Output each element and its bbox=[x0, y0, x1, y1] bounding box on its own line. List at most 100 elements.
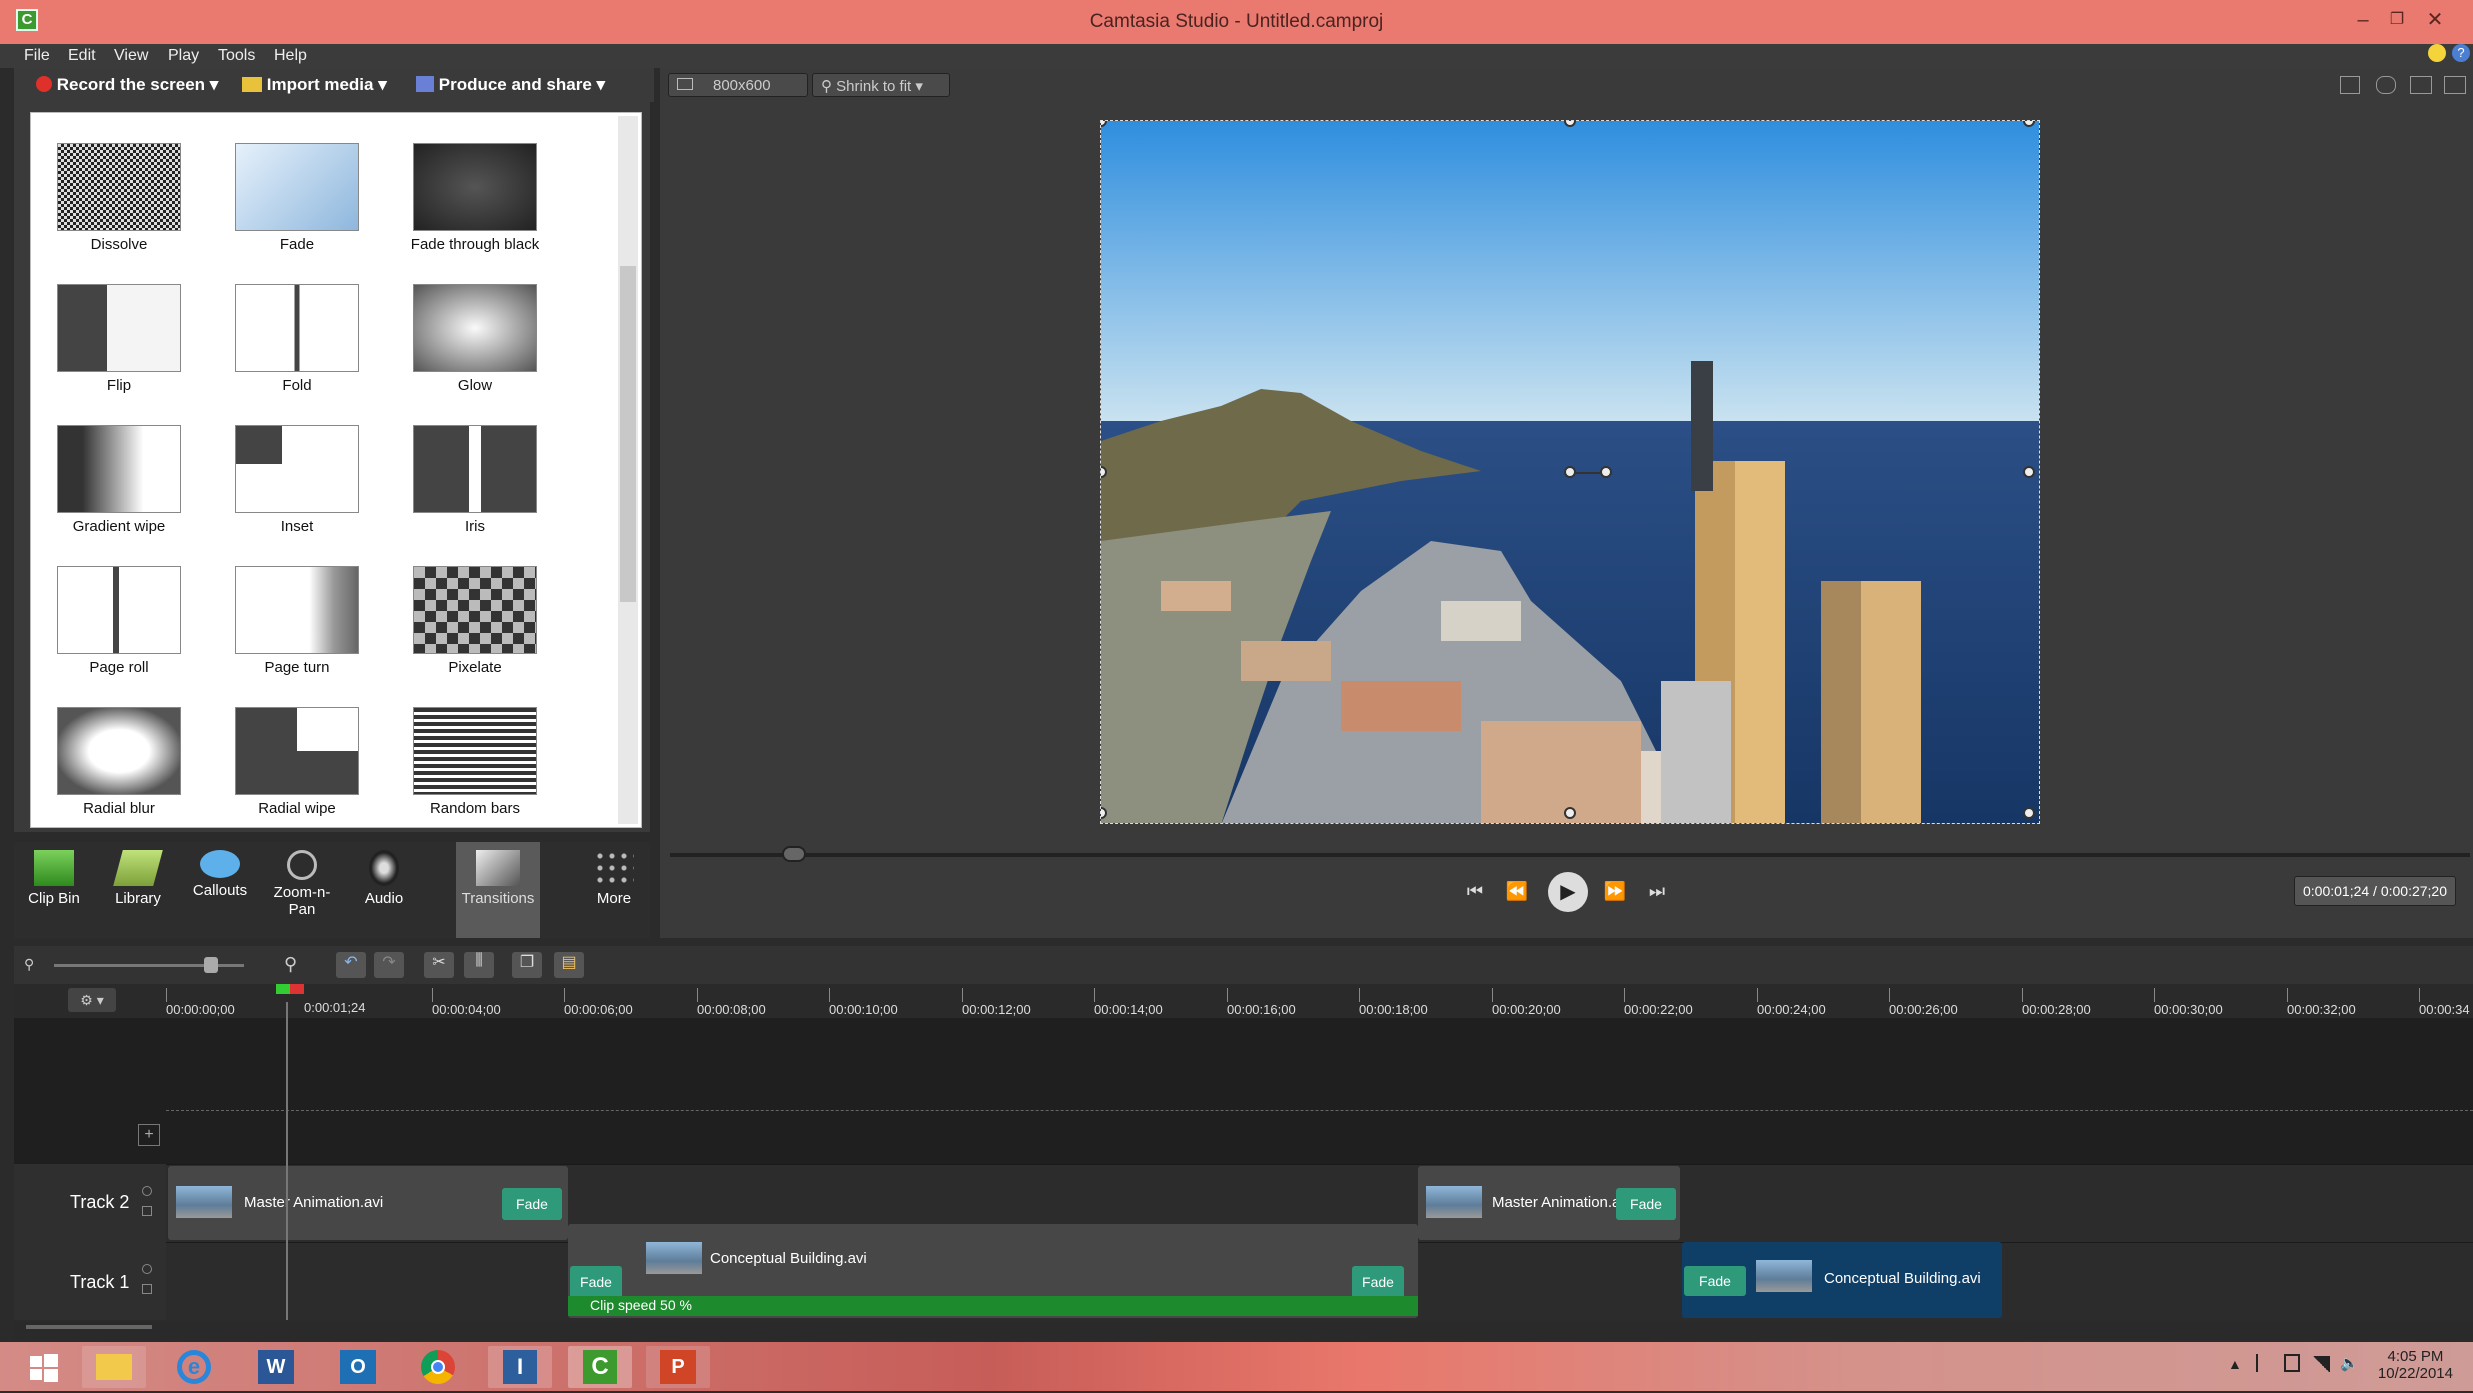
split-icon[interactable]: ⫼ bbox=[464, 952, 494, 978]
timeline-scrollbar[interactable] bbox=[14, 1322, 2473, 1340]
action-center-flag-icon[interactable] bbox=[2256, 1354, 2272, 1372]
zoom-out-icon[interactable]: ⚲ bbox=[24, 956, 34, 973]
clip-master-animation-1[interactable]: Master Animation.avi Fade bbox=[168, 1166, 568, 1240]
track-lock-icon[interactable] bbox=[142, 1284, 152, 1294]
import-media-button[interactable]: Import media ▾ bbox=[242, 75, 387, 95]
transition-glow[interactable]: Glow bbox=[395, 284, 555, 394]
taskbar-clock[interactable]: 4:05 PM 10/22/2014 bbox=[2378, 1348, 2453, 1382]
tab-transitions[interactable]: Transitions bbox=[456, 842, 540, 938]
close-button[interactable]: ✕ bbox=[2420, 8, 2450, 34]
produce-share-button[interactable]: Produce and share ▾ bbox=[416, 75, 605, 95]
tab-callouts[interactable]: Callouts bbox=[180, 842, 260, 938]
minimize-button[interactable]: – bbox=[2348, 8, 2378, 34]
transition-radial-wipe[interactable]: Radial wipe bbox=[217, 707, 377, 817]
track-visibility-icon[interactable] bbox=[142, 1264, 152, 1274]
rotate-handle[interactable] bbox=[1600, 466, 1612, 478]
menu-edit[interactable]: Edit bbox=[68, 47, 96, 65]
zoom-dropdown[interactable]: ⚲ Shrink to fit ▾ bbox=[812, 73, 950, 97]
pan-hand-icon[interactable] bbox=[2376, 76, 2396, 94]
transition-fade[interactable]: Fade bbox=[217, 143, 377, 253]
resize-handle[interactable] bbox=[1564, 807, 1576, 819]
empty-track-area[interactable]: + bbox=[14, 1018, 2473, 1164]
canvas-size-dropdown[interactable]: 800x600 bbox=[668, 73, 808, 97]
powerpoint-icon[interactable]: P bbox=[646, 1346, 710, 1388]
timeline-ruler[interactable]: ⚙ ▾ 00:00:00;00 00:00:04;00 00:00:06;00 … bbox=[14, 984, 2473, 1018]
zoom-slider-knob[interactable] bbox=[204, 957, 218, 973]
add-track-icon[interactable]: + bbox=[138, 1124, 160, 1146]
battery-icon[interactable] bbox=[2284, 1354, 2300, 1372]
menu-play[interactable]: Play bbox=[168, 47, 199, 65]
outlook-icon[interactable]: O bbox=[326, 1346, 390, 1388]
track-height-slider[interactable] bbox=[26, 1325, 152, 1329]
fade-transition[interactable]: Fade bbox=[1352, 1266, 1404, 1298]
fast-forward-button[interactable]: ⏩ bbox=[1600, 876, 1630, 906]
menu-help[interactable]: Help bbox=[274, 47, 307, 65]
fade-transition[interactable]: Fade bbox=[1684, 1266, 1746, 1296]
transition-random-bars[interactable]: Random bars bbox=[395, 707, 555, 817]
transition-fold[interactable]: Fold bbox=[217, 284, 377, 394]
playhead-marker[interactable] bbox=[276, 984, 304, 994]
record-screen-button[interactable]: Record the screen ▾ bbox=[36, 75, 218, 95]
tab-audio[interactable]: Audio bbox=[344, 842, 424, 938]
restore-button[interactable]: ❐ bbox=[2382, 8, 2412, 34]
word-icon[interactable]: W bbox=[244, 1346, 308, 1388]
volume-icon[interactable]: 🔈 bbox=[2340, 1354, 2359, 1372]
gallery-scrollbar-thumb[interactable] bbox=[620, 266, 636, 602]
chrome-icon[interactable] bbox=[406, 1346, 470, 1388]
network-signal-icon[interactable] bbox=[2312, 1356, 2330, 1372]
camtasia-taskbar-icon[interactable]: C bbox=[568, 1346, 632, 1388]
transition-fade-through-black[interactable]: Fade through black bbox=[395, 143, 555, 253]
tab-library[interactable]: Library bbox=[98, 842, 178, 938]
next-clip-button[interactable]: ⏭ bbox=[1642, 876, 1672, 906]
menu-tools[interactable]: Tools bbox=[218, 47, 255, 65]
transition-inset[interactable]: Inset bbox=[217, 425, 377, 535]
timeline-settings-gear-icon[interactable]: ⚙ ▾ bbox=[68, 988, 116, 1012]
menu-view[interactable]: View bbox=[114, 47, 148, 65]
file-explorer-icon[interactable] bbox=[82, 1346, 146, 1388]
internet-explorer-icon[interactable]: e bbox=[162, 1346, 226, 1388]
screen-icon[interactable] bbox=[2410, 76, 2432, 94]
resize-handle[interactable] bbox=[2023, 466, 2035, 478]
show-hidden-icons[interactable]: ▲ bbox=[2228, 1356, 2242, 1372]
play-button[interactable]: ▶ bbox=[1548, 872, 1588, 912]
seek-knob[interactable] bbox=[782, 846, 806, 862]
transition-page-roll[interactable]: Page roll bbox=[39, 566, 199, 676]
transition-pixelate[interactable]: Pixelate bbox=[395, 566, 555, 676]
tab-clip-bin[interactable]: Clip Bin bbox=[14, 842, 94, 938]
app-i-icon[interactable]: I bbox=[488, 1346, 552, 1388]
redo-icon[interactable]: ↷ bbox=[374, 952, 404, 978]
transition-radial-blur[interactable]: Radial blur bbox=[39, 707, 199, 817]
lightbulb-icon[interactable] bbox=[2428, 44, 2446, 62]
crop-icon[interactable] bbox=[2340, 76, 2360, 94]
transition-page-turn[interactable]: Page turn bbox=[217, 566, 377, 676]
transition-gradient-wipe[interactable]: Gradient wipe bbox=[39, 425, 199, 535]
track-lock-icon[interactable] bbox=[142, 1206, 152, 1216]
undo-icon[interactable]: ↶ bbox=[336, 952, 366, 978]
center-handle[interactable] bbox=[1564, 466, 1576, 478]
video-canvas[interactable] bbox=[1100, 120, 2040, 824]
clip-conceptual-building-1[interactable]: Conceptual Building.avi Fade Fade Clip s… bbox=[568, 1224, 1418, 1318]
transition-flip[interactable]: Flip bbox=[39, 284, 199, 394]
clip-master-animation-2[interactable]: Master Animation.avi Fade bbox=[1418, 1166, 1680, 1240]
fade-transition[interactable]: Fade bbox=[502, 1188, 562, 1220]
clip-speed-bar[interactable]: Clip speed 50 % bbox=[568, 1296, 1418, 1316]
seek-bar[interactable] bbox=[670, 853, 2470, 857]
menu-file[interactable]: File bbox=[24, 47, 50, 65]
tab-zoom-n-pan[interactable]: Zoom-n- Pan bbox=[262, 842, 342, 938]
transition-iris[interactable]: Iris bbox=[395, 425, 555, 535]
clip-conceptual-building-2[interactable]: Fade Conceptual Building.avi bbox=[1682, 1242, 2002, 1318]
fade-transition[interactable]: Fade bbox=[570, 1266, 622, 1298]
track-visibility-icon[interactable] bbox=[142, 1186, 152, 1196]
previous-clip-button[interactable]: ⏮ bbox=[1460, 876, 1490, 906]
rewind-button[interactable]: ⏪ bbox=[1502, 876, 1532, 906]
copy-icon[interactable]: ❐ bbox=[512, 952, 542, 978]
resize-handle[interactable] bbox=[2023, 807, 2035, 819]
help-icon[interactable]: ? bbox=[2452, 44, 2470, 62]
tab-more[interactable]: More bbox=[574, 842, 654, 938]
fade-transition[interactable]: Fade bbox=[1616, 1188, 1676, 1220]
detach-preview-icon[interactable] bbox=[2444, 76, 2466, 94]
zoom-in-icon[interactable]: ⚲ bbox=[284, 954, 297, 975]
cut-icon[interactable]: ✂ bbox=[424, 952, 454, 978]
transition-dissolve[interactable]: Dissolve bbox=[39, 143, 199, 253]
windows-start-icon[interactable] bbox=[14, 1346, 74, 1388]
